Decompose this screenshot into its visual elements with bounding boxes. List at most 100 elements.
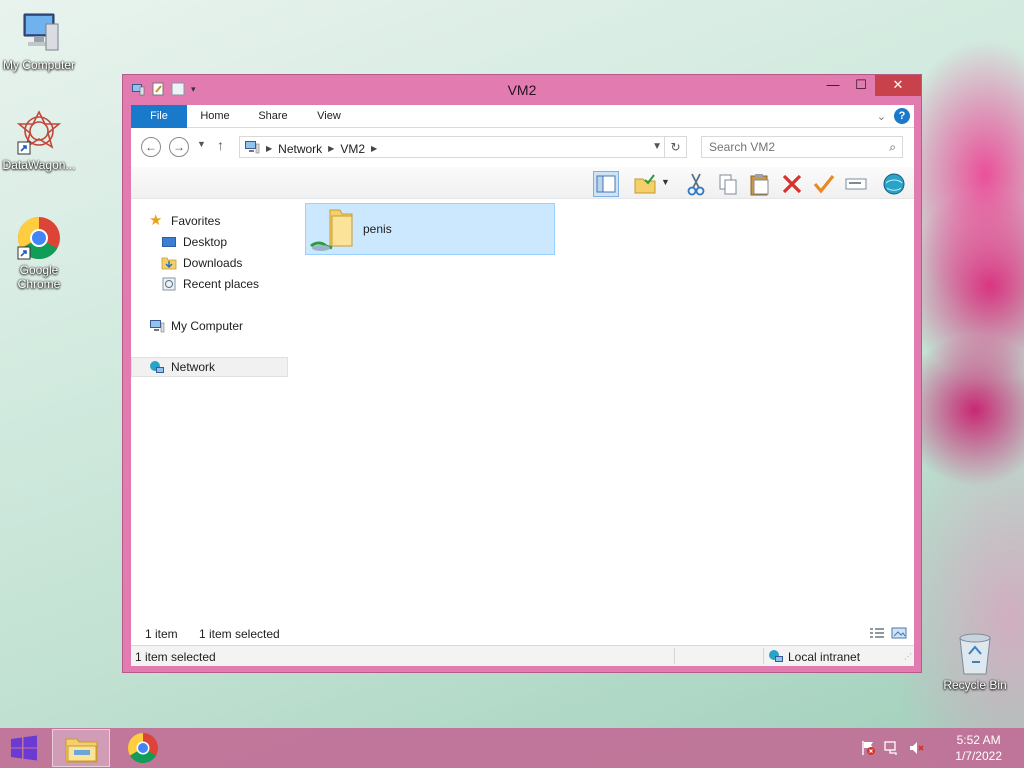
paste-button[interactable] xyxy=(747,171,773,197)
rename-field-button[interactable] xyxy=(843,171,869,197)
shared-folder-icon xyxy=(310,209,353,251)
tab-share[interactable]: Share xyxy=(245,105,301,128)
help-icon[interactable]: ? xyxy=(894,108,910,124)
delete-icon xyxy=(782,174,802,194)
nav-item-recent-places[interactable]: Recent places xyxy=(161,274,259,294)
downloads-folder-icon xyxy=(161,256,177,270)
nav-network-label: Network xyxy=(171,360,216,374)
recent-locations-chevron-icon[interactable]: ▼ xyxy=(197,139,206,149)
window-title: VM2 xyxy=(507,82,537,98)
start-button[interactable] xyxy=(0,728,48,768)
chrome-icon xyxy=(16,215,62,261)
intranet-zone-icon xyxy=(768,649,784,666)
expand-ribbon-chevron-icon[interactable]: ⌄ xyxy=(877,110,886,123)
selection-count: 1 item selected xyxy=(199,627,280,641)
datawagon-icon xyxy=(16,110,62,156)
navigation-pane: ★ Favorites Desktop Downloads Recent pla… xyxy=(131,201,291,611)
taskbar-google-chrome[interactable] xyxy=(114,729,172,767)
action-center-flag-icon[interactable] xyxy=(860,740,876,759)
tab-file[interactable]: File xyxy=(131,105,187,128)
tab-home[interactable]: Home xyxy=(189,105,241,128)
close-button[interactable]: ✕ xyxy=(875,75,921,96)
back-button[interactable]: ← xyxy=(141,137,161,157)
breadcrumb-vm2[interactable]: VM2 xyxy=(340,142,365,156)
minimize-button[interactable]: — xyxy=(819,75,847,96)
tab-view[interactable]: View xyxy=(305,105,353,128)
globe-icon xyxy=(883,173,905,195)
item-count: 1 item xyxy=(145,627,178,641)
status-bar: 1 item selected Local intranet ⋰ xyxy=(131,645,914,666)
desktop-icon-my-computer[interactable]: My Computer xyxy=(0,10,78,72)
up-arrow-icon[interactable]: ↑ xyxy=(217,137,224,153)
network-location-icon xyxy=(244,140,260,157)
computer-icon xyxy=(16,10,62,56)
window-controls: — ☐ ✕ xyxy=(819,75,921,96)
search-icon[interactable]: ⌕ xyxy=(889,140,896,155)
title-bar[interactable]: ▾ VM2 — ☐ ✕ xyxy=(123,75,921,104)
volume-muted-icon[interactable] xyxy=(908,740,924,759)
breadcrumb: ▶ Network ▶ VM2 ▶ xyxy=(244,140,377,157)
desktop-icon-datawagon[interactable]: DataWagon... xyxy=(0,110,78,172)
properties-dropdown-chevron-icon[interactable]: ▼ xyxy=(661,177,670,187)
clock[interactable]: 5:52 AM 1/7/2022 xyxy=(955,732,1002,764)
delete-button[interactable] xyxy=(779,171,805,197)
desktop-icon-label: DataWagon... xyxy=(2,158,76,172)
rename-button[interactable] xyxy=(811,171,837,197)
status-divider xyxy=(763,648,764,664)
copy-icon xyxy=(719,174,737,195)
nav-favorites-label: Favorites xyxy=(171,214,221,228)
search-input[interactable] xyxy=(702,137,872,157)
breadcrumb-separator-icon[interactable]: ▶ xyxy=(328,144,334,153)
resize-grip-icon[interactable]: ⋰ xyxy=(904,652,912,661)
tiles-view-icon[interactable] xyxy=(891,626,907,643)
star-icon: ★ xyxy=(149,212,163,229)
window-client: File Home Share View ⌄ ? ← → ▼ ↑ ▶ Netwo… xyxy=(131,105,914,666)
refresh-button[interactable]: ↻ xyxy=(664,137,686,157)
nav-item-my-computer[interactable]: My Computer xyxy=(149,316,243,336)
maximize-button[interactable]: ☐ xyxy=(847,75,875,96)
forward-button[interactable]: → xyxy=(169,137,189,157)
status-bar-selection: 1 item selected xyxy=(135,650,216,664)
network-center-button[interactable] xyxy=(881,171,907,197)
file-list: penis xyxy=(297,201,914,621)
shared-folder-name: penis xyxy=(363,222,392,236)
desktop-icon-label: My Computer xyxy=(2,58,76,72)
preview-pane-icon xyxy=(596,175,616,193)
desktop-icon-google-chrome[interactable]: Google Chrome xyxy=(0,215,78,291)
nav-item-network[interactable]: Network xyxy=(131,357,288,377)
back-arrow-icon: ← xyxy=(145,140,157,154)
nav-my-computer-label: My Computer xyxy=(171,319,244,333)
breadcrumb-network[interactable]: Network xyxy=(278,142,322,156)
taskbar-file-explorer[interactable] xyxy=(52,729,110,767)
nav-item-downloads[interactable]: Downloads xyxy=(161,253,242,273)
ribbon-tabs: File Home Share View ⌄ ? xyxy=(131,105,914,128)
desktop-icon-label: Recycle Bin xyxy=(943,678,1007,692)
nav-downloads-label: Downloads xyxy=(183,256,243,270)
address-history-chevron-icon[interactable]: ▼ xyxy=(652,141,662,152)
network-tray-icon[interactable] xyxy=(884,740,900,759)
status-line: 1 item 1 item selected xyxy=(131,623,914,645)
search-box: ⌕ xyxy=(701,136,903,158)
shared-folder-item[interactable]: penis xyxy=(305,203,555,255)
properties-button[interactable] xyxy=(633,171,659,197)
cut-button[interactable] xyxy=(683,171,709,197)
preview-pane-button[interactable] xyxy=(593,171,619,197)
breadcrumb-separator-icon[interactable]: ▶ xyxy=(371,144,377,153)
folder-check-icon xyxy=(634,174,656,194)
recent-places-icon xyxy=(161,277,177,291)
windows-logo-icon xyxy=(11,735,37,761)
desktop-icon-recycle-bin[interactable]: Recycle Bin xyxy=(936,630,1014,692)
network-icon xyxy=(149,360,165,374)
nav-item-favorites[interactable]: ★ Favorites xyxy=(149,211,220,231)
desktop-icon-label: Google Chrome xyxy=(17,263,61,291)
desktop-icon xyxy=(161,235,177,249)
system-tray: 5:52 AM 1/7/2022 xyxy=(854,728,1024,768)
breadcrumb-separator-icon[interactable]: ▶ xyxy=(266,144,272,153)
address-bar[interactable]: ▶ Network ▶ VM2 ▶ ▼ ↻ xyxy=(239,136,687,158)
ribbon-right: ⌄ ? xyxy=(877,108,910,124)
details-view-icon[interactable] xyxy=(869,626,885,643)
rename-icon xyxy=(845,178,867,190)
forward-arrow-icon: → xyxy=(173,140,185,154)
copy-button[interactable] xyxy=(715,171,741,197)
nav-item-desktop[interactable]: Desktop xyxy=(161,232,227,252)
